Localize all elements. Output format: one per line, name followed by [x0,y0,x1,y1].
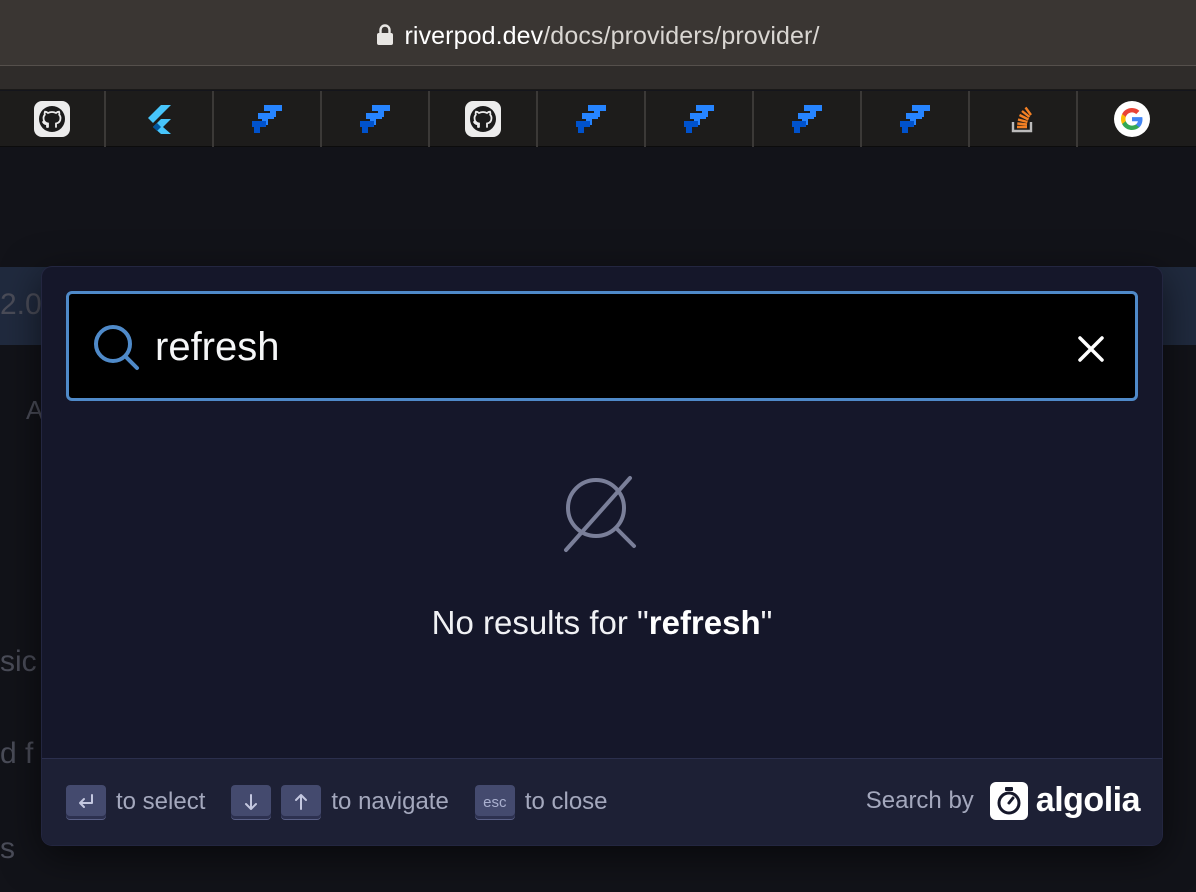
keyboard-commands: to select to navigate esc to close [66,785,634,819]
favorite-google[interactable] [1078,91,1186,147]
url-display[interactable]: riverpod.dev/docs/providers/provider/ [0,22,1196,53]
background-version-text: 2.0 [0,288,42,321]
favorites-bar [0,91,1196,147]
search-icon [94,325,139,370]
no-results-query: refresh [648,604,761,641]
close-hint: to close [524,788,608,815]
select-hint: to select [116,788,206,815]
favorite-github-2[interactable] [430,91,538,147]
favorite-jira-6[interactable] [862,91,970,147]
no-results-message: No results for "refresh" [42,604,1162,642]
jira-icon [360,105,390,133]
google-icon [1114,101,1150,137]
github-icon [34,101,70,137]
background-text: sic [0,645,37,678]
algolia-wordmark: algolia [1035,781,1141,819]
favorite-jira-4[interactable] [646,91,754,147]
arrow-up-key-icon [281,785,322,819]
search-by-algolia[interactable]: Search by algolia [865,781,1141,820]
search-by-label: Search by [865,786,974,814]
github-icon [465,101,501,137]
favorite-stackoverflow[interactable] [970,91,1078,147]
no-results-panel: No results for "refresh" [42,472,1162,642]
toolbar-strip [0,66,1196,90]
navigate-hint: to navigate [331,788,449,815]
search-footer: to select to navigate esc to close Searc… [42,758,1162,845]
jira-icon [576,105,606,133]
stackoverflow-icon [1011,106,1033,133]
no-results-suffix: " [760,604,773,641]
favorite-jira-2[interactable] [322,91,430,147]
background-text: s [0,832,15,865]
flutter-icon [148,105,171,134]
lock-icon [376,24,394,53]
background-text: d f [0,737,34,770]
no-results-prefix: No results for " [431,604,649,641]
url-host: riverpod.dev [404,22,544,50]
jira-icon [900,105,930,133]
algolia-stopwatch-icon [989,781,1028,820]
algolia-logo[interactable]: algolia [989,781,1141,820]
search-form [66,291,1138,401]
favorite-jira-1[interactable] [214,91,322,147]
browser-address-bar[interactable]: riverpod.dev/docs/providers/provider/ [0,0,1196,66]
background-text: A [26,395,44,425]
esc-key: esc [474,785,515,819]
no-results-icon [564,476,636,552]
url-path: /docs/providers/provider/ [543,22,820,50]
favorite-jira-3[interactable] [538,91,646,147]
favorite-flutter[interactable] [106,91,214,147]
close-icon [1078,336,1104,362]
favorite-jira-5[interactable] [754,91,862,147]
jira-icon [684,105,714,133]
favorite-github[interactable] [0,91,106,147]
clear-search-button[interactable] [1071,329,1111,369]
search-input[interactable] [155,318,1055,376]
search-modal: No results for "refresh" to select to na… [42,267,1162,845]
arrow-down-key-icon [231,785,272,819]
jira-icon [252,105,282,133]
jira-icon [792,105,822,133]
enter-key-icon [66,785,106,819]
